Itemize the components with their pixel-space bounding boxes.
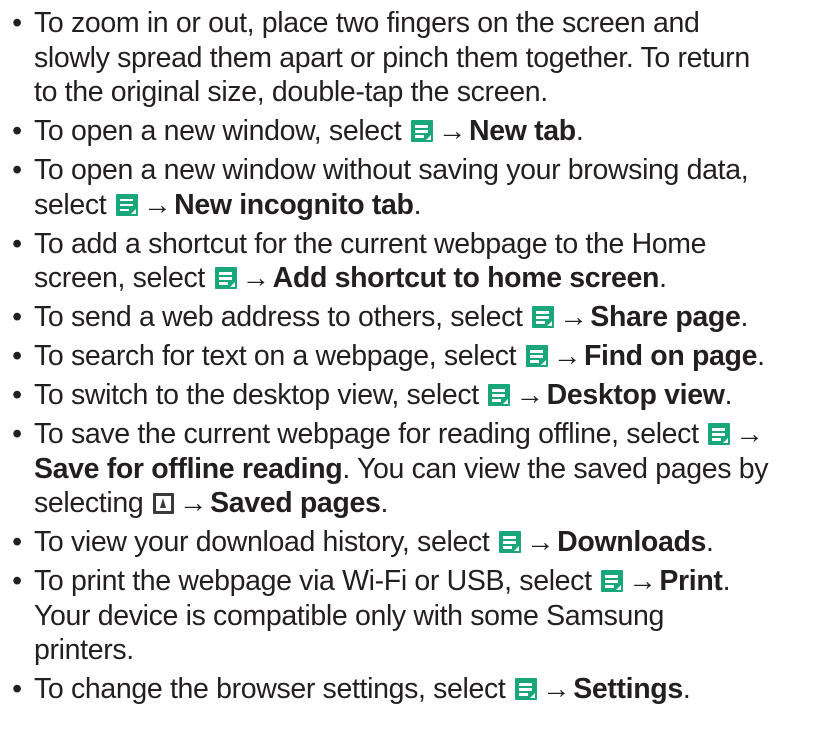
menu-option-print: Print (659, 565, 723, 597)
item-end: . (380, 487, 389, 519)
item-text: To send a web address to others, select (34, 301, 523, 333)
list-item-zoom: • To zoom in or out, place two fingers o… (0, 6, 827, 110)
arrow-icon: → (628, 565, 657, 597)
bullet: • (12, 379, 22, 411)
arrow-icon: → (178, 487, 208, 519)
item-text: slowly spread them apart or pinch them t… (34, 41, 750, 74)
bullet: • (12, 227, 22, 260)
arrow-icon: → (542, 673, 571, 705)
item-text: To print the webpage via Wi-Fi or USB, s… (34, 565, 592, 597)
item-text: To open a new window without saving your… (34, 154, 749, 186)
arrow-icon: → (241, 262, 271, 294)
tips-list: • To zoom in or out, place two fingers o… (0, 6, 827, 711)
list-item-save-offline: • To save the current webpage for readin… (0, 417, 827, 521)
menu-icon (525, 345, 548, 367)
list-item-incognito: • To open a new window without saving yo… (0, 153, 827, 222)
bullet: • (12, 115, 22, 147)
arrow-icon: → (515, 379, 544, 411)
item-text: To open a new window, select (34, 115, 402, 147)
menu-option-downloads: Downloads (557, 526, 707, 558)
item-end: . (413, 188, 422, 221)
manual-page: • To zoom in or out, place two fingers o… (0, 0, 827, 750)
menu-option-add-shortcut: Add shortcut to home screen (272, 262, 660, 294)
menu-icon (515, 678, 538, 700)
bullet: • (12, 301, 22, 333)
menu-icon (499, 531, 521, 553)
menu-icon (214, 267, 237, 289)
menu-option-saved-pages: Saved pages (210, 487, 381, 519)
item-end: . (740, 301, 749, 333)
bullet: • (12, 340, 22, 372)
item-end: . (757, 340, 765, 372)
list-item-share-page: • To send a web address to others, selec… (0, 300, 827, 335)
item-text: To switch to the desktop view, select (34, 379, 479, 411)
menu-icon (115, 193, 138, 216)
bullet: • (12, 154, 22, 186)
item-text: To search for text on a webpage, select (34, 340, 517, 372)
bullet: • (12, 565, 22, 597)
item-text: screen, select (34, 262, 205, 294)
menu-icon (488, 384, 511, 406)
item-end: . (659, 262, 667, 294)
item-end: . (722, 565, 731, 597)
menu-option-new-incognito-tab: New incognito tab (174, 188, 414, 221)
menu-icon (410, 120, 433, 142)
item-text: To zoom in or out, place two fingers on … (34, 7, 700, 39)
list-item-new-tab: • To open a new window, select → New tab. (0, 114, 827, 149)
menu-option-save-offline: Save for offline reading (34, 452, 343, 485)
item-end: . (682, 673, 691, 705)
menu-icon (708, 423, 731, 445)
bullet: • (12, 7, 22, 39)
item-end: . (724, 379, 733, 411)
item-text: To add a shortcut for the current webpag… (34, 227, 707, 260)
list-item-settings: • To change the browser settings, select… (0, 672, 827, 707)
item-text: To view your download history, select (34, 526, 490, 558)
item-end: . (706, 526, 714, 558)
menu-option-desktop-view: Desktop view (546, 379, 725, 411)
arrow-icon: → (142, 188, 172, 221)
item-text: to the original size, double-tap the scr… (34, 76, 548, 108)
item-text: Your device is compatible only with some… (34, 599, 665, 632)
bullet: • (12, 526, 22, 558)
list-item-print: • To print the webpage via Wi-Fi or USB,… (0, 564, 827, 668)
list-item-downloads: • To view your download history, select … (0, 525, 827, 560)
list-item-find-on-page: • To search for text on a webpage, selec… (0, 339, 827, 374)
bullet: • (12, 673, 22, 705)
menu-option-new-tab: New tab (469, 115, 576, 147)
item-text: printers. (34, 634, 134, 666)
item-text: To save the current webpage for reading … (34, 418, 699, 450)
arrow-icon: → (526, 526, 555, 558)
item-text: selecting (34, 487, 144, 519)
item-text: . You can view the saved pages by (342, 452, 769, 485)
menu-option-share-page: Share page (590, 301, 741, 333)
menu-option-settings: Settings (573, 673, 683, 705)
arrow-icon: → (559, 301, 588, 333)
item-end: . (575, 115, 584, 147)
arrow-icon: → (437, 115, 467, 147)
bookmark-icon (152, 493, 174, 514)
arrow-icon: → (552, 340, 582, 372)
bullet: • (12, 418, 22, 450)
menu-icon (532, 306, 555, 328)
list-item-add-shortcut: • To add a shortcut for the current webp… (0, 227, 827, 296)
menu-option-find-on-page: Find on page (583, 340, 758, 372)
arrow-icon: → (735, 418, 764, 450)
item-text: select (34, 188, 107, 221)
menu-icon (601, 570, 624, 592)
item-text: To change the browser settings, select (34, 673, 506, 705)
list-item-desktop-view: • To switch to the desktop view, select … (0, 378, 827, 413)
